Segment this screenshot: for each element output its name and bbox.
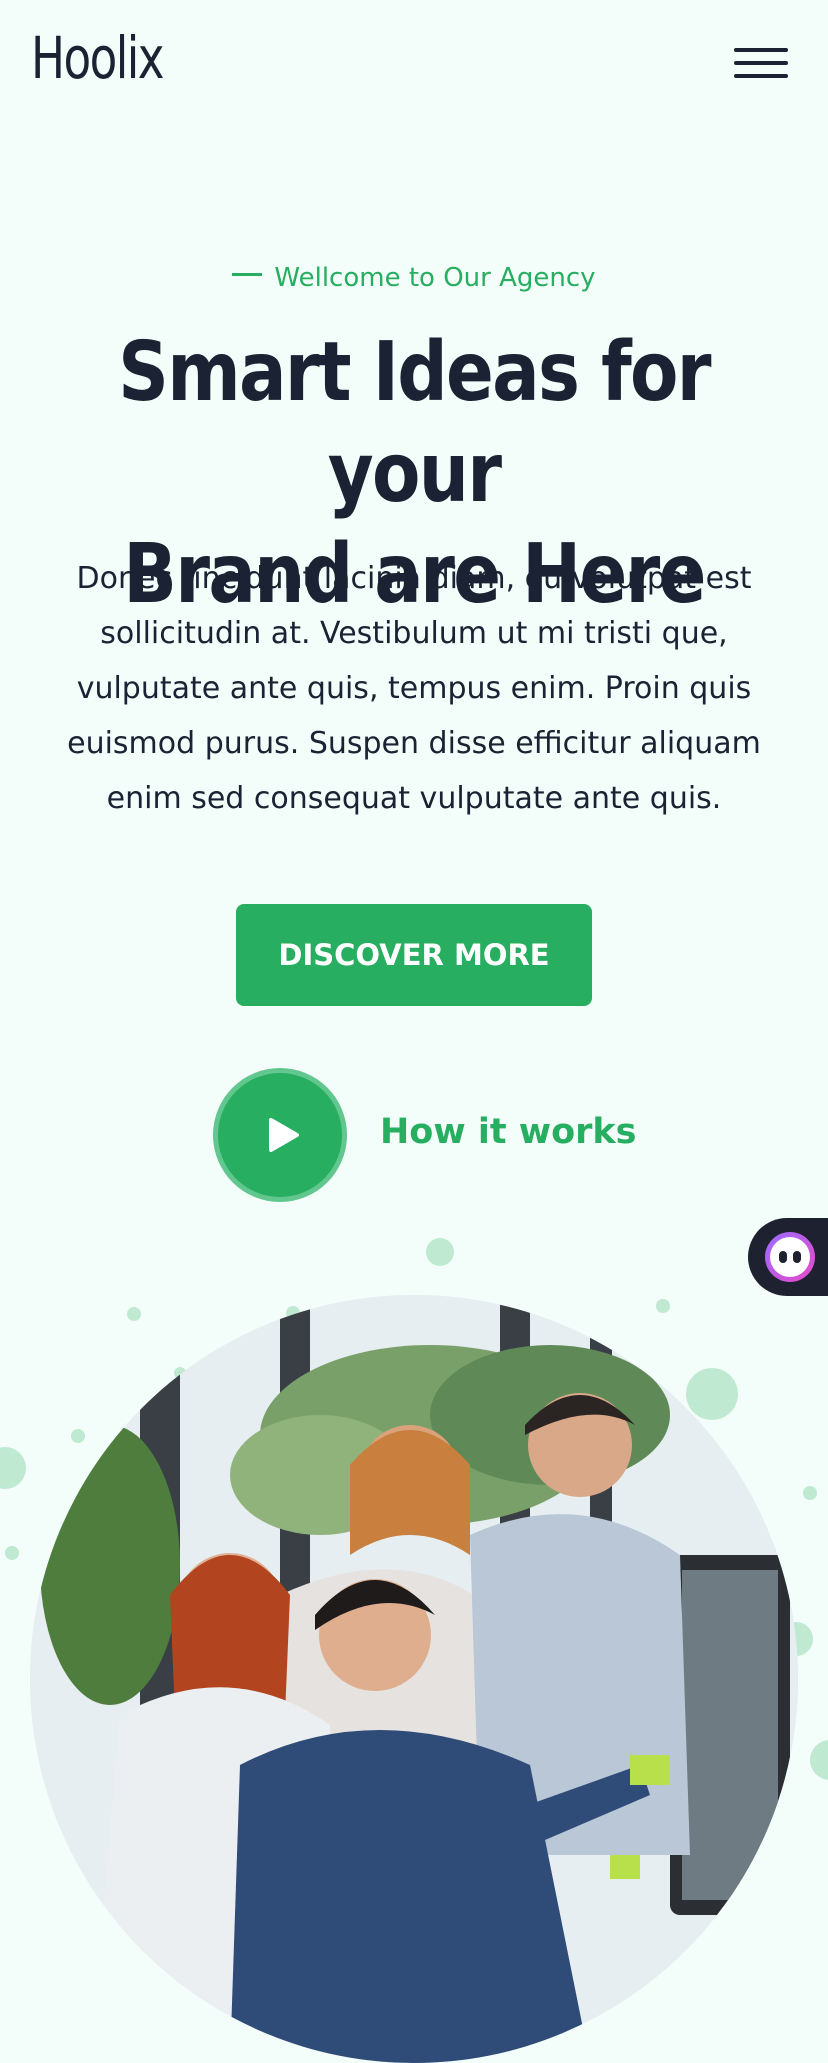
headline-line-1: Smart Ideas for your — [118, 325, 711, 521]
site-logo[interactable]: Hoolix — [31, 24, 164, 92]
decor-dot — [426, 1238, 454, 1266]
hamburger-line — [734, 61, 788, 65]
chat-widget-button[interactable] — [748, 1218, 828, 1296]
decor-dot — [803, 1486, 817, 1500]
hamburger-line — [734, 74, 788, 78]
hero-eyebrow: Wellcome to Our Agency — [0, 263, 828, 293]
discover-more-button[interactable]: DISCOVER MORE — [236, 904, 592, 1006]
chat-assistant-icon — [765, 1232, 815, 1282]
site-header: Hoolix — [0, 0, 828, 130]
play-icon — [269, 1118, 299, 1152]
eyebrow-dash — [232, 273, 263, 276]
play-video-button[interactable] — [213, 1068, 347, 1202]
chat-eye — [793, 1251, 801, 1263]
decor-dot — [810, 1740, 828, 1780]
decor-dot — [0, 1447, 26, 1489]
team-photo-illustration — [30, 1295, 798, 2063]
decor-dot — [127, 1307, 141, 1321]
eyebrow-text: Wellcome to Our Agency — [274, 263, 596, 293]
chat-eye — [779, 1251, 787, 1263]
hero-intro-text: Donec tincidunt lacinia diam, eu volutpa… — [67, 561, 761, 816]
hamburger-icon[interactable] — [734, 46, 790, 82]
decor-dot — [686, 1368, 738, 1420]
hamburger-line — [734, 48, 788, 52]
chat-face-inner — [770, 1237, 810, 1277]
decor-dot — [656, 1299, 670, 1313]
how-it-works-link[interactable]: How it works — [380, 1112, 637, 1152]
decor-dot — [5, 1546, 19, 1560]
team-photo — [30, 1295, 798, 2063]
decor-dot — [71, 1429, 85, 1443]
play-button-circle — [218, 1073, 342, 1197]
